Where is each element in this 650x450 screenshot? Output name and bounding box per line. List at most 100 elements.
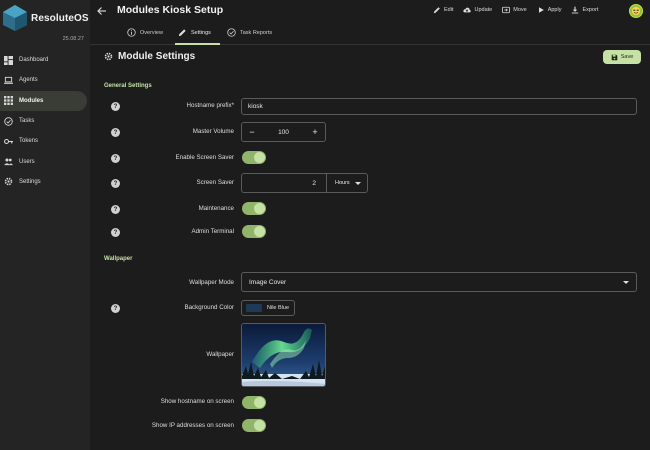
show-hostname-toggle[interactable]: [242, 396, 266, 409]
update-button-label: Update: [474, 7, 493, 13]
cloud-upload-icon: [463, 7, 472, 13]
page-title: Modules Kiosk Setup: [117, 4, 224, 16]
edit-button-label: Edit: [444, 7, 454, 13]
volume-label: Master Volume: [192, 128, 234, 135]
screen-saver-unit-select[interactable]: Hours: [327, 174, 367, 192]
users-icon: [4, 157, 13, 166]
tab-settings-label: Settings: [191, 29, 211, 36]
brand: ResoluteOS: [2, 4, 89, 32]
hostname-label: Hostname prefix*: [186, 102, 234, 109]
hostname-input[interactable]: kiosk: [241, 98, 637, 115]
header-actions: Edit Update Move Apply Export: [433, 6, 608, 14]
apply-button-label: Apply: [547, 7, 562, 13]
laptop-icon: [4, 76, 13, 85]
save-button-label: Save: [620, 54, 634, 60]
plus-icon[interactable]: +: [305, 123, 325, 141]
gear-icon: [104, 52, 113, 61]
volume-stepper: − 100 +: [241, 122, 326, 142]
pencil-icon: [178, 29, 186, 37]
show-hostname-label: Show hostname on screen: [160, 398, 234, 405]
volume-value[interactable]: 100: [262, 129, 305, 136]
show-ip-toggle[interactable]: [242, 419, 266, 432]
app-header: Modules Kiosk Setup Edit Update Move App…: [90, 0, 650, 23]
key-icon: [4, 137, 13, 146]
play-icon: [538, 7, 544, 13]
apps-grid-icon: [4, 96, 13, 106]
pencil-icon: [433, 7, 440, 14]
screen-saver-value[interactable]: 2: [242, 174, 327, 192]
aurora-landscape-image: [242, 324, 325, 386]
help-icon[interactable]: ?: [111, 179, 120, 188]
apply-button[interactable]: Apply: [537, 6, 562, 14]
enable-screen-saver-toggle[interactable]: [242, 151, 266, 164]
info-icon: [127, 28, 136, 37]
caret-down-icon: [623, 280, 629, 284]
help-icon[interactable]: ?: [111, 102, 120, 111]
section-heading: Module Settings: [104, 51, 195, 62]
sidebar-item-tasks[interactable]: Tasks: [0, 111, 90, 131]
arrow-back-icon[interactable]: [97, 6, 107, 16]
sidebar-item-label: Modules: [19, 97, 44, 104]
wallpaper-mode-select[interactable]: Image Cover: [241, 272, 637, 292]
sidebar-item-users[interactable]: Users: [0, 151, 90, 171]
sidebar-nav: Dashboard Agents Modules Tasks Tokens Us…: [0, 50, 90, 192]
export-button-label: Export: [582, 7, 599, 13]
tab-task-reports-label: Task Reports: [240, 29, 273, 36]
help-icon[interactable]: ?: [111, 304, 120, 313]
sidebar-item-agents[interactable]: Agents: [0, 70, 90, 90]
tab-overview[interactable]: Overview: [127, 28, 163, 37]
sidebar-item-label: Dashboard: [19, 57, 49, 64]
color-name: Nile Blue: [267, 305, 290, 311]
sidebar-item-settings[interactable]: Settings: [0, 172, 90, 192]
sidebar-item-label: Tokens: [19, 138, 39, 145]
move-button[interactable]: Move: [502, 6, 527, 14]
screen-saver-duration: 2 Hours: [241, 173, 368, 193]
active-tab-indicator: [175, 43, 220, 45]
screen-saver-unit-label: Hours: [335, 180, 350, 186]
minus-icon[interactable]: −: [242, 123, 262, 141]
tab-task-reports[interactable]: Task Reports: [227, 28, 272, 37]
enable-screen-saver-label: Enable Screen Saver: [175, 154, 234, 161]
tab-bar: Overview Settings Task Reports: [90, 23, 650, 45]
general-settings-title: General Settings: [104, 83, 152, 89]
sidebar-item-dashboard[interactable]: Dashboard: [0, 50, 90, 70]
check-circle-icon: [227, 28, 236, 37]
maintenance-toggle[interactable]: [242, 202, 266, 215]
wallpaper-mode-value: Image Cover: [249, 278, 287, 286]
tab-settings[interactable]: Settings: [178, 28, 211, 37]
brand-name: ResoluteOS: [31, 12, 89, 24]
maintenance-label: Maintenance: [198, 205, 234, 212]
move-icon: [502, 6, 511, 14]
help-icon[interactable]: ?: [111, 128, 120, 137]
help-icon[interactable]: ?: [111, 154, 120, 163]
update-button[interactable]: Update: [463, 6, 492, 14]
admin-terminal-toggle[interactable]: [242, 225, 266, 238]
background-color-label: Background Color: [184, 304, 234, 311]
tab-overview-label: Overview: [140, 29, 163, 36]
app-version: 25.08.27: [62, 36, 84, 42]
screen-saver-label: Screen Saver: [196, 179, 235, 186]
background-color-picker[interactable]: Nile Blue: [241, 300, 295, 316]
sidebar-item-label: Users: [19, 158, 35, 165]
sidebar-item-label: Settings: [19, 178, 41, 185]
edit-button[interactable]: Edit: [433, 6, 453, 14]
export-button[interactable]: Export: [571, 6, 598, 14]
avatar[interactable]: [629, 4, 643, 18]
help-icon[interactable]: ?: [111, 228, 120, 237]
save-button[interactable]: Save: [603, 50, 641, 64]
sidebar-item-label: Tasks: [19, 118, 35, 125]
wallpaper-mode-label: Wallpaper Mode: [189, 279, 234, 286]
avatar-face-icon: [632, 7, 640, 15]
sidebar-item-tokens[interactable]: Tokens: [0, 131, 90, 151]
help-icon[interactable]: ?: [111, 205, 120, 214]
caret-down-icon: [355, 181, 361, 185]
sidebar: ResoluteOS 25.08.27 Dashboard Agents Mod…: [0, 0, 90, 450]
sidebar-item-modules[interactable]: Modules: [0, 90, 87, 111]
wallpaper-image[interactable]: [241, 323, 326, 387]
wallpaper-label: Wallpaper: [206, 351, 234, 358]
show-ip-label: Show IP addresses on screen: [151, 422, 234, 429]
check-circle-icon: [4, 116, 13, 126]
resolute-logo-icon: [3, 5, 27, 31]
sidebar-item-label: Agents: [19, 77, 38, 84]
dashboard-icon: [4, 55, 13, 65]
